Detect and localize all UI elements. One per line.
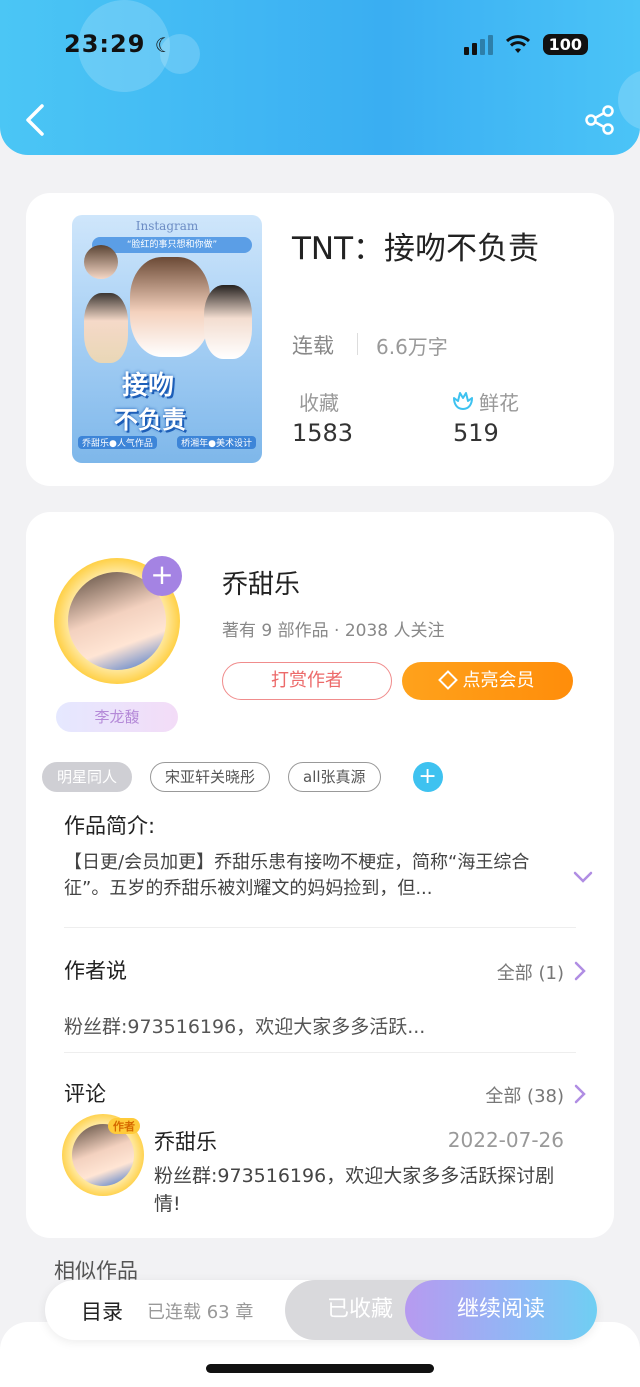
continue-reading-button[interactable]: 继续阅读 (405, 1280, 597, 1340)
cover-portrait (204, 285, 252, 359)
chevron-down-icon[interactable] (573, 870, 593, 884)
toc-button[interactable]: 目录 (81, 1296, 123, 1326)
comments-all-link[interactable]: 全部 (38) (485, 1082, 564, 1108)
collect-label: 收藏 (299, 391, 339, 415)
cover-app-name: Instagram (135, 219, 199, 233)
divider (64, 927, 576, 928)
tag-item[interactable]: all张真源 (288, 762, 381, 792)
bottom-action-bar: 目录 已连载 63 章 已收藏 继续阅读 (45, 1280, 597, 1340)
moon-icon: ☾ (154, 33, 174, 57)
chapter-count: 已连载 63 章 (147, 1302, 254, 1323)
cover-portrait (84, 293, 128, 363)
author-meta: 著有 9 部作品 · 2038 人关注 (222, 621, 445, 641)
author-badge: 作者 (108, 1118, 140, 1134)
intro-text[interactable]: 【日更/会员加更】乔甜乐患有接吻不梗症，简称“海王综合征”。五岁的乔甜乐被刘耀文… (64, 850, 564, 902)
commenter-avatar[interactable]: 作者 (62, 1114, 144, 1196)
share-icon[interactable] (584, 104, 616, 136)
top-header: 23:29 ☾ 100 (0, 0, 640, 155)
battery-indicator: 100 (542, 34, 588, 55)
author-detail-card: + 李龙馥 乔甜乐 著有 9 部作品 · 2038 人关注 打赏作者 点亮会员 … (26, 512, 614, 1238)
status-time: 23:29 ☾ (64, 30, 174, 58)
cover-banner: “脸红的事只想和你做” (92, 237, 252, 253)
decor-bubble (618, 70, 640, 130)
back-arrow-icon[interactable] (22, 102, 48, 138)
follow-plus-icon[interactable]: + (142, 556, 182, 596)
author-says-all-link[interactable]: 全部 (1) (497, 959, 564, 985)
author-says-title: 作者说 (64, 959, 127, 983)
tag-item[interactable]: 宋亚轩关晓彤 (150, 762, 271, 792)
cover-foot-left: 乔甜乐●人气作品 (78, 436, 157, 449)
comments-title: 评论 (64, 1082, 106, 1106)
flower-label: 鲜花 (479, 391, 519, 415)
cover-portrait (130, 257, 210, 357)
author-name[interactable]: 乔甜乐 (222, 564, 300, 601)
cover-title-line2: 不负责 (114, 406, 186, 434)
cover-footer: 乔甜乐●人气作品 桥湘年●美术设计 (78, 436, 256, 449)
vip-button[interactable]: 点亮会员 (402, 662, 573, 700)
author-says-text: 粉丝群:973516196，欢迎大家多多活跃... (64, 1016, 426, 1038)
chevron-right-icon[interactable] (574, 1084, 586, 1104)
tip-author-button[interactable]: 打赏作者 (222, 662, 392, 700)
book-info-card: Instagram “脸红的事只想和你做” 接吻 不负责 乔甜乐●人气作品 桥湘… (26, 193, 614, 486)
vip-button-label: 点亮会员 (462, 670, 535, 691)
flower-icon (453, 392, 473, 410)
book-status: 连载 (292, 334, 334, 358)
chevron-right-icon[interactable] (574, 961, 586, 981)
word-count: 6.6万字 (376, 335, 448, 359)
add-tag-icon[interactable]: + (412, 762, 443, 792)
wifi-icon (505, 34, 530, 53)
comment-date: 2022-07-26 (447, 1128, 564, 1152)
diamond-icon (437, 670, 458, 690)
intro-title: 作品简介: (64, 814, 156, 838)
tag-list: 明星同人 宋亚轩关晓彤 all张真源 + (42, 762, 443, 792)
cover-foot-right: 桥湘年●美术设计 (177, 436, 256, 449)
tag-item[interactable]: 明星同人 (42, 762, 133, 792)
cellular-signal-icon (463, 34, 493, 55)
divider (357, 333, 358, 355)
commenter-name[interactable]: 乔甜乐 (154, 1126, 217, 1156)
flower-count: 519 (453, 419, 499, 447)
fan-tag: 李龙馥 (56, 702, 178, 732)
comment-text[interactable]: 粉丝群:973516196，欢迎大家多多活跃探讨剧情! (154, 1162, 574, 1218)
home-indicator (206, 1364, 434, 1373)
cover-title-line1: 接吻 (122, 371, 175, 401)
time-text: 23:29 (64, 30, 146, 58)
book-title: TNT：接吻不负责 (292, 231, 540, 267)
book-cover[interactable]: Instagram “脸红的事只想和你做” 接吻 不负责 乔甜乐●人气作品 桥湘… (72, 215, 262, 463)
cover-portrait (84, 245, 118, 279)
collect-count: 1583 (292, 419, 354, 447)
status-icons: 100 (463, 34, 588, 55)
divider (64, 1052, 576, 1053)
